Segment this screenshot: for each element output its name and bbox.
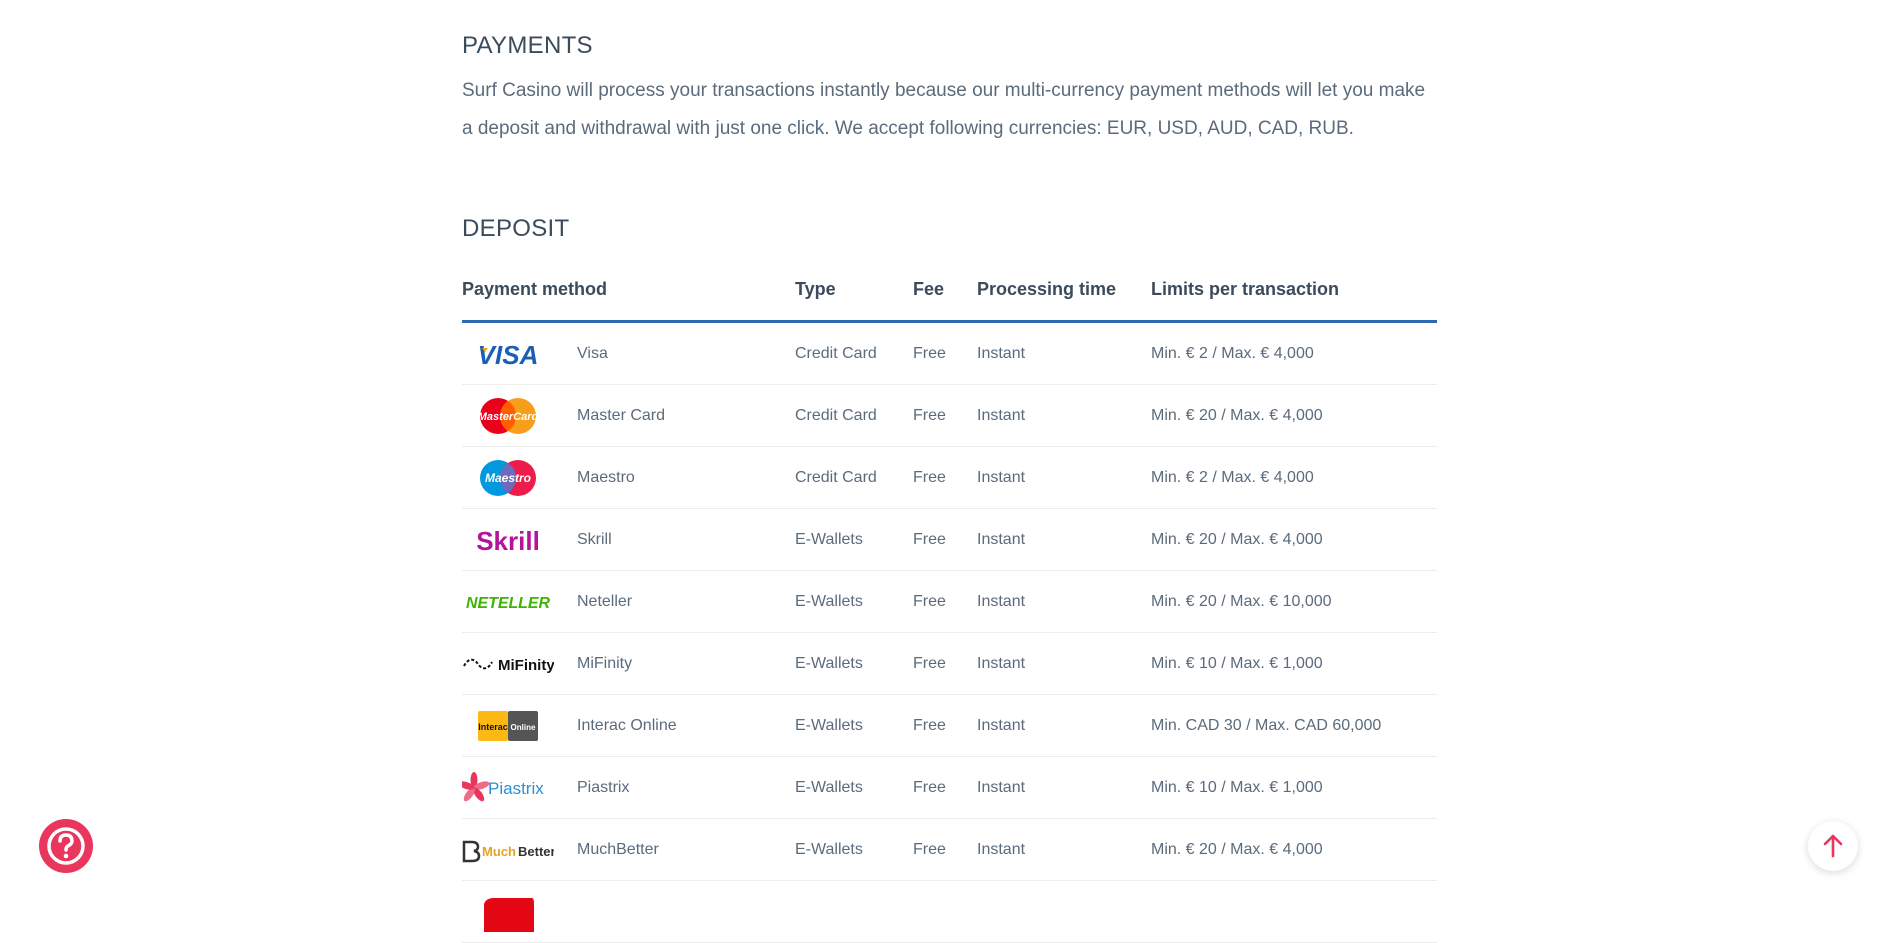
method-limits: Min. CAD 30 / Max. CAD 60,000 [1151,694,1437,757]
method-processing: Instant [977,818,1151,881]
payments-description: Surf Casino will process your transactio… [462,80,1426,139]
maestro-logo: Maestro [462,458,554,498]
header-payment-method: Payment method [462,276,795,323]
method-limits: Min. € 20 / Max. € 4,000 [1151,384,1437,447]
method-name: Piastrix [577,756,795,819]
method-limits: Min. € 20 / Max. € 4,000 [1151,818,1437,881]
mifinity-logo-text: MiFinity [498,657,554,674]
method-type: E-Wallets [795,756,913,819]
next-method-logo [462,892,554,932]
table-row [462,880,1437,943]
method-type: E-Wallets [795,694,913,757]
header-fee: Fee [913,276,977,323]
method-fee: Free [913,508,977,571]
header-processing-time: Processing time [977,276,1151,323]
method-type: E-Wallets [795,570,913,633]
method-name: MuchBetter [577,818,795,881]
method-fee: Free [913,694,977,757]
table-row: MiFinity MiFinity E-Wallets Free Instant… [462,632,1437,695]
table-row: Skrill Skrill E-Wallets Free Instant Min… [462,508,1437,571]
table-row: VISA Visa Credit Card Free Instant Min. … [462,321,1437,385]
deposit-heading: DEPOSIT [462,215,570,242]
table-row: MasterCard Master Card Credit Card Free … [462,384,1437,447]
method-name: Neteller [577,570,795,633]
method-fee: Free [913,446,977,509]
neteller-logo: NETELLER [462,582,554,622]
deposit-table: Payment method Type Fee Processing time … [462,276,1437,943]
method-limits: Min. € 2 / Max. € 4,000 [1151,446,1437,509]
method-name: Skrill [577,508,795,571]
table-row: Piastrix Piastrix E-Wallets Free Instant… [462,756,1437,819]
method-limits: Min. € 20 / Max. € 4,000 [1151,508,1437,571]
help-button[interactable] [39,819,93,873]
method-fee: Free [913,321,977,385]
arrow-up-icon [1823,834,1843,858]
method-fee: Free [913,632,977,695]
table-row: NETELLER Neteller E-Wallets Free Instant… [462,570,1437,633]
question-icon [47,827,85,865]
interac-logo: Interac Online [462,706,554,746]
neteller-logo-text: NETELLER [466,595,550,612]
table-row: Interac Online Interac Online E-Wallets … [462,694,1437,757]
method-processing: Instant [977,694,1151,757]
mastercard-logo-text: MasterCard [478,411,539,423]
table-header-row: Payment method Type Fee Processing time … [462,276,1437,323]
method-name: Visa [577,321,795,385]
table-row: Maestro Maestro Credit Card Free Instant… [462,446,1437,509]
method-name: Master Card [577,384,795,447]
method-limits: Min. € 10 / Max. € 1,000 [1151,756,1437,819]
mastercard-logo: MasterCard [462,396,554,436]
skrill-logo-text: Skrill [476,526,540,556]
payments-heading: PAYMENTS [462,32,593,59]
mifinity-logo: MiFinity [462,644,554,684]
method-type: E-Wallets [795,632,913,695]
method-limits: Min. € 2 / Max. € 4,000 [1151,321,1437,385]
method-type: E-Wallets [795,508,913,571]
method-fee: Free [913,570,977,633]
scroll-to-top-button[interactable] [1808,821,1858,871]
method-processing: Instant [977,446,1151,509]
piastrix-logo: Piastrix [462,768,554,808]
method-processing: Instant [977,632,1151,695]
method-limits: Min. € 20 / Max. € 10,000 [1151,570,1437,633]
skrill-logo: Skrill [462,520,554,560]
method-fee: Free [913,384,977,447]
visa-logo-text: VISA [478,340,539,370]
method-processing: Instant [977,756,1151,819]
method-type: Credit Card [795,446,913,509]
method-name: MiFinity [577,632,795,695]
header-type: Type [795,276,913,323]
method-processing: Instant [977,321,1151,385]
method-processing: Instant [977,384,1151,447]
method-processing: Instant [977,570,1151,633]
method-name: Interac Online [577,694,795,757]
visa-logo: VISA [462,334,554,374]
header-limits: Limits per transaction [1151,276,1437,323]
method-type: Credit Card [795,384,913,447]
muchbetter-better-text: Better [518,844,554,859]
method-limits: Min. € 10 / Max. € 1,000 [1151,632,1437,695]
muchbetter-logo: Much Better [462,830,554,870]
method-fee: Free [913,818,977,881]
method-name: Maestro [577,446,795,509]
table-row: Much Better MuchBetter E-Wallets Free In… [462,818,1437,881]
interac-online-logo-text: Online [511,723,536,732]
maestro-logo-text: Maestro [485,471,531,485]
method-type: Credit Card [795,321,913,385]
interac-logo-text: Interac [478,722,508,732]
method-type: E-Wallets [795,818,913,881]
piastrix-logo-text: Piastrix [488,779,544,798]
method-fee: Free [913,756,977,819]
muchbetter-much-text: Much [482,844,516,859]
method-processing: Instant [977,508,1151,571]
